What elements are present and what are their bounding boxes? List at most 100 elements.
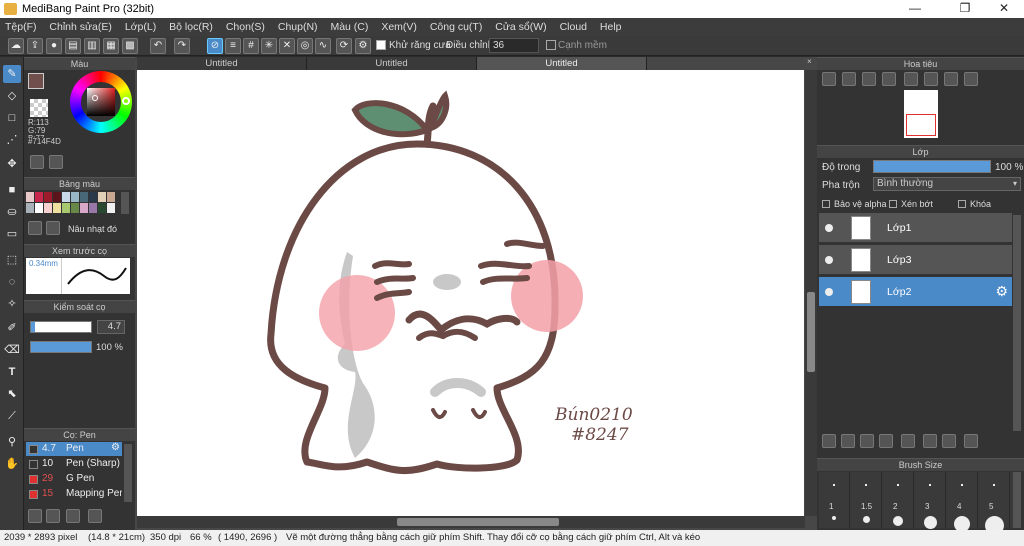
lasso-tool-icon[interactable]: ◌ xyxy=(3,273,21,291)
brush-item[interactable]: 4.7 Pen ⚙ xyxy=(26,442,122,456)
layer-row[interactable]: Lớp2 ⚙ xyxy=(819,277,1012,307)
palette-swatch[interactable] xyxy=(107,203,115,213)
transparent-color-swatch[interactable] xyxy=(30,99,48,117)
tab-untitled-3[interactable]: Untitled xyxy=(477,57,647,70)
brush-tool-icon[interactable]: ✎ xyxy=(3,65,21,83)
brush-item[interactable]: 29 G Pen xyxy=(26,472,122,486)
brush-settings-gear-icon[interactable]: ⚙ xyxy=(111,442,120,453)
blend-mode-select[interactable]: Bình thường ▾ xyxy=(873,177,1021,191)
tab-untitled-2[interactable]: Untitled xyxy=(307,57,477,70)
horizontal-scroll-thumb[interactable] xyxy=(397,518,559,526)
bucket-tool-icon[interactable]: ⛀ xyxy=(3,203,21,221)
merge-layer-icon[interactable] xyxy=(942,434,956,448)
menu-file[interactable]: Tệp(F) xyxy=(0,18,42,33)
palette-swatch[interactable] xyxy=(71,203,79,213)
undo-icon[interactable]: ↶ xyxy=(150,38,166,54)
nav-rotate-left-icon[interactable] xyxy=(904,72,918,86)
nav-rotate-right-icon[interactable] xyxy=(944,72,958,86)
lock-checkbox[interactable] xyxy=(958,200,966,208)
grid-snap-icon[interactable]: # xyxy=(243,38,259,54)
circle-snap-icon[interactable]: ◎ xyxy=(297,38,313,54)
brush-size-scrollbar[interactable] xyxy=(1013,472,1021,528)
smooth-checkbox[interactable] xyxy=(546,40,556,50)
visibility-eye-icon[interactable] xyxy=(825,256,833,264)
document-icon[interactable]: ▥ xyxy=(84,38,100,54)
color-picker-handle[interactable] xyxy=(92,95,98,101)
menu-view[interactable]: Xem(V) xyxy=(376,18,422,33)
palette-swatch[interactable] xyxy=(89,203,97,213)
palette-swatch[interactable] xyxy=(53,192,61,202)
delete-layer-icon[interactable] xyxy=(964,434,978,448)
brush-settings-icon[interactable] xyxy=(66,509,80,523)
fill-rect-tool-icon[interactable]: ■ xyxy=(3,181,21,199)
delete-brush-icon[interactable] xyxy=(88,509,102,523)
nav-zoom-in-icon[interactable] xyxy=(842,72,856,86)
brush-size-cell[interactable]: 4 xyxy=(947,472,978,532)
menu-cloud[interactable]: Cloud xyxy=(555,18,592,33)
navigator-viewport[interactable] xyxy=(906,114,936,136)
brush-cloud-icon[interactable] xyxy=(28,509,42,523)
delete-palette-icon[interactable] xyxy=(46,221,60,235)
text-tool-icon[interactable]: T xyxy=(3,363,21,381)
palette-swatch[interactable] xyxy=(98,192,106,202)
layer-list-scrollbar[interactable] xyxy=(1013,215,1021,431)
palette-swatch[interactable] xyxy=(62,203,70,213)
add-brush-icon[interactable] xyxy=(46,509,60,523)
antialias-checkbox[interactable] xyxy=(376,40,386,50)
palette-swatch[interactable] xyxy=(35,203,43,213)
new-halftone-layer-icon[interactable] xyxy=(841,434,855,448)
palette-scrollbar[interactable] xyxy=(121,192,129,214)
eyedropper-tool-icon[interactable]: ⚲ xyxy=(3,433,21,451)
brush-item[interactable]: 15 Mapping Pen xyxy=(26,487,122,501)
brush-size-input[interactable]: 4.7 xyxy=(97,320,125,334)
brush-size-cell[interactable]: 3 xyxy=(915,472,946,529)
palette-swatch[interactable] xyxy=(44,192,52,202)
palette-swatch[interactable] xyxy=(62,192,70,202)
clip-checkbox[interactable] xyxy=(889,200,897,208)
magic-wand-tool-icon[interactable]: ✧ xyxy=(3,295,21,313)
duplicate-layer-icon[interactable] xyxy=(923,434,937,448)
new-layer-type-icon[interactable] xyxy=(879,434,893,448)
alpha-lock-checkbox[interactable] xyxy=(822,200,830,208)
cloud-icon[interactable]: ☁ xyxy=(8,38,24,54)
palette-swatch[interactable] xyxy=(35,192,43,202)
menu-help[interactable]: Help xyxy=(595,18,627,33)
share-icon[interactable]: ⇪ xyxy=(27,38,43,54)
color-mode-icon[interactable] xyxy=(49,155,63,169)
hand-tool-icon[interactable]: ✋ xyxy=(3,455,21,473)
menu-filter[interactable]: Bộ lọc(R) xyxy=(164,18,218,33)
foreground-color-swatch[interactable] xyxy=(28,73,44,89)
menu-select[interactable]: Chọn(S) xyxy=(221,18,270,33)
new-folder-icon[interactable] xyxy=(901,434,915,448)
tab-untitled-1[interactable]: Untitled xyxy=(137,57,307,70)
brush-item[interactable]: 10 Pen (Sharp) xyxy=(26,457,122,471)
layer-row[interactable]: Lớp3 xyxy=(819,245,1012,275)
divide-tool-icon[interactable]: ⟋ xyxy=(3,407,21,425)
parallel-snap-icon[interactable]: ≡ xyxy=(225,38,241,54)
rotate-icon[interactable]: ⟳ xyxy=(336,38,352,54)
grid-icon[interactable]: ▩ xyxy=(122,38,138,54)
palette-swatch[interactable] xyxy=(26,203,34,213)
layer-opacity-slider[interactable] xyxy=(873,160,991,173)
layer-settings-gear-icon[interactable]: ⚙ xyxy=(995,283,1008,300)
nav-zoom-fit-icon[interactable] xyxy=(822,72,836,86)
eraser-tool-icon[interactable]: ◇ xyxy=(3,87,21,105)
minimize-button[interactable]: — xyxy=(895,1,935,15)
vertical-scroll-thumb[interactable] xyxy=(807,292,815,372)
layer-row[interactable]: Lớp1 xyxy=(819,213,1012,243)
radial-snap-icon[interactable]: ✳ xyxy=(261,38,277,54)
new-palette-icon[interactable] xyxy=(28,221,42,235)
nav-flip-icon[interactable] xyxy=(964,72,978,86)
menu-tools[interactable]: Công cụ(T) xyxy=(425,18,488,33)
dot-tool-icon[interactable]: ⋰ xyxy=(3,131,21,149)
drawing-canvas[interactable]: Bún0210 #8247 xyxy=(137,70,804,516)
close-button[interactable]: ✕ xyxy=(984,1,1024,15)
comment-icon[interactable]: ● xyxy=(46,38,62,54)
nav-actual-size-icon[interactable] xyxy=(862,72,876,86)
color-history-icon[interactable] xyxy=(30,155,44,169)
maximize-button[interactable]: ❐ xyxy=(945,1,985,15)
nav-zoom-out-icon[interactable] xyxy=(882,72,896,86)
chat-icon[interactable]: ▤ xyxy=(65,38,81,54)
page-icon[interactable]: ▦ xyxy=(103,38,119,54)
brush-size-cell[interactable]: 1 xyxy=(819,472,850,528)
